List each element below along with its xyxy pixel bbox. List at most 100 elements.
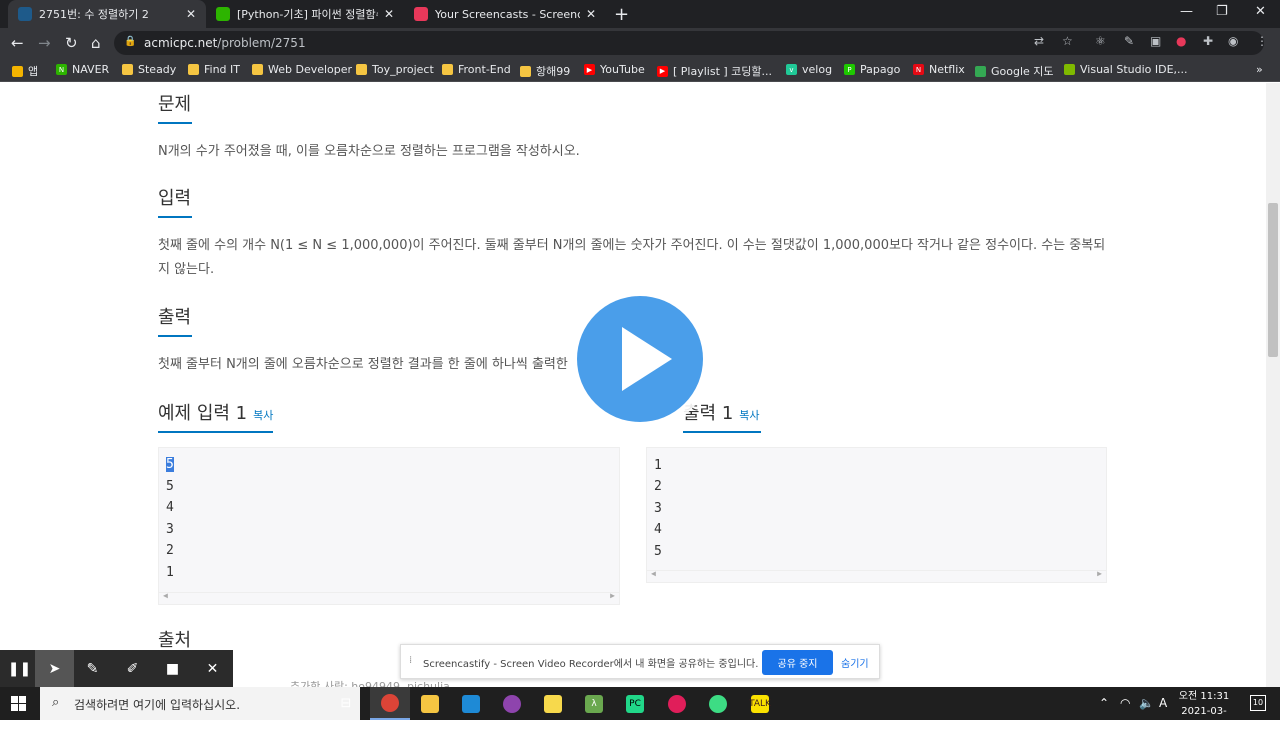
bookmark-toy-project[interactable]: Toy_project — [356, 63, 434, 76]
taskbar-clock[interactable]: 오전 11:31 2021-03-12 — [1176, 689, 1232, 734]
heading-text: 출력 — [158, 307, 192, 328]
tab-python-sort[interactable]: [Python-기초] 파이썬 정렬함수( ✕ — [206, 0, 404, 28]
scroll-right-icon[interactable]: ▶ — [610, 591, 615, 600]
chrome-taskbar-icon[interactable] — [370, 687, 410, 720]
bookmark-youtube[interactable]: ▶ YouTube — [584, 63, 645, 76]
volume-icon[interactable]: 🔈 — [1139, 696, 1154, 710]
network-icon[interactable]: ◠ — [1120, 696, 1130, 710]
horizontal-scrollbar[interactable]: ◀ ▶ — [647, 569, 1106, 582]
bookmark-label: Netflix — [929, 63, 965, 76]
copy-sample-input-button[interactable]: 복사 — [253, 409, 273, 422]
address-bar[interactable]: 🔒 acmicpc.net/problem/2751 — [114, 31, 1264, 55]
bookmark-label: [ Playlist ] 코딩할... — [673, 65, 773, 78]
forward-arrow-icon[interactable]: → — [38, 34, 51, 52]
sample-input-box[interactable]: 5 5 4 3 2 1 ◀ ▶ — [158, 447, 620, 605]
section-heading-input: 입력 — [158, 184, 192, 218]
show-hidden-icons-icon[interactable]: ⌃ — [1099, 696, 1109, 710]
tab-screencastify[interactable]: Your Screencasts - Screencastify ✕ — [404, 0, 606, 28]
pycharm-icon[interactable]: PC — [615, 687, 655, 720]
bookmark-naver[interactable]: N NAVER — [56, 63, 109, 76]
bookmark-velog[interactable]: v velog — [786, 63, 832, 76]
copy-sample-output-button[interactable]: 복사 — [739, 409, 759, 422]
react-devtools-icon[interactable]: ⚛ — [1095, 34, 1106, 48]
sticky-notes-icon[interactable] — [533, 687, 573, 720]
minimize-icon[interactable]: — — [1180, 4, 1193, 19]
chrome-menu-icon[interactable]: ⋮ — [1256, 34, 1268, 48]
scroll-left-icon[interactable]: ◀ — [163, 591, 168, 600]
notion-extension-icon[interactable]: ▣ — [1150, 34, 1161, 48]
close-tab-icon[interactable]: ✕ — [586, 7, 596, 21]
stop-sharing-button[interactable]: 공유 중지 — [762, 650, 833, 675]
folder-icon — [442, 64, 453, 75]
slack-icon[interactable] — [657, 687, 697, 720]
bookmark-visual-studio[interactable]: Visual Studio IDE,... — [1064, 63, 1188, 76]
highlighter-icon[interactable]: ✐ — [113, 650, 152, 687]
bookmark-hanghae99[interactable]: 항해99 — [520, 63, 570, 79]
tab-title: [Python-기초] 파이썬 정렬함수( — [237, 8, 378, 21]
tab-problem-2751[interactable]: 2751번: 수 정렬하기 2 ✕ — [8, 0, 206, 28]
sample-input-line: 4 — [166, 500, 174, 515]
pause-icon[interactable]: ❚❚ — [0, 650, 39, 687]
bookmark-playlist[interactable]: ▶ [ Playlist ] 코딩할... — [657, 63, 772, 79]
scroll-right-icon[interactable]: ▶ — [1097, 569, 1102, 578]
bookmark-label: velog — [802, 63, 833, 76]
profile-avatar-icon[interactable]: ◉ — [1228, 34, 1238, 48]
reload-icon[interactable]: ↻ — [65, 34, 78, 52]
heading-text: 출처 — [158, 630, 192, 651]
drag-handle-icon[interactable]: ⁞ — [409, 655, 412, 666]
bookmark-netflix[interactable]: N Netflix — [913, 63, 965, 76]
windows-start-icon[interactable] — [11, 696, 26, 711]
camera-icon[interactable]: ■ — [153, 650, 192, 687]
bookmarks-overflow-icon[interactable]: » — [1256, 63, 1263, 76]
heading-text: 입력 — [158, 188, 192, 209]
new-tab-icon[interactable]: + — [614, 4, 629, 25]
section-heading-source: 출처 — [158, 626, 191, 652]
sample-input-heading: 예제 입력 1 복사 — [158, 399, 273, 433]
ime-indicator-icon[interactable]: A — [1159, 696, 1167, 710]
scrollbar-thumb[interactable] — [1268, 203, 1278, 357]
extensions-puzzle-icon[interactable]: ✚ — [1203, 34, 1213, 48]
bookmark-label: YouTube — [600, 63, 645, 76]
file-explorer-icon[interactable] — [410, 687, 450, 720]
youtube-icon: ▶ — [657, 65, 668, 77]
bookmark-label: Google 지도 — [991, 65, 1054, 78]
horizontal-scrollbar[interactable]: ◀ ▶ — [159, 591, 619, 604]
pen-extension-icon[interactable]: ✎ — [1124, 34, 1134, 48]
heading-underline — [158, 431, 273, 433]
screencastify-extension-icon[interactable]: ● — [1176, 34, 1186, 48]
task-view-icon[interactable]: ⊟ — [326, 687, 366, 720]
taskbar-search-box[interactable]: ⌕ 검색하려면 여기에 입력하십시오. — [40, 687, 360, 720]
android-studio-icon[interactable] — [698, 687, 738, 720]
pen-icon[interactable]: ✎ — [73, 650, 112, 687]
bookmark-apps[interactable]: 앱 — [12, 63, 38, 79]
bookmark-web-developer[interactable]: Web Developer — [252, 63, 352, 76]
bookmark-papago[interactable]: P Papago — [844, 63, 900, 76]
sample-output-line: 1 — [654, 458, 662, 473]
scroll-left-icon[interactable]: ◀ — [651, 569, 656, 578]
close-tab-icon[interactable]: ✕ — [186, 7, 196, 21]
bookmark-find-it[interactable]: Find IT — [188, 63, 240, 76]
close-toolbar-icon[interactable]: ✕ — [193, 650, 232, 687]
sample-output-box[interactable]: 1 2 3 4 5 ◀ ▶ — [646, 447, 1107, 583]
hide-button[interactable]: 숨기기 — [841, 655, 869, 670]
restore-icon[interactable]: ❐ — [1216, 4, 1228, 19]
github-desktop-icon[interactable] — [492, 687, 532, 720]
kakaotalk-icon[interactable]: TALK — [740, 687, 780, 720]
notification-center-icon[interactable]: 10 — [1250, 695, 1266, 711]
cursor-icon[interactable]: ➤ — [35, 650, 74, 687]
home-icon[interactable]: ⌂ — [91, 34, 101, 52]
vscode-icon[interactable] — [451, 687, 491, 720]
bookmark-steady[interactable]: Steady — [122, 63, 176, 76]
bookmark-front-end[interactable]: Front-End — [442, 63, 511, 76]
sample-input-line: 3 — [166, 522, 174, 537]
lambda-app-icon[interactable]: λ — [574, 687, 614, 720]
page-scrollbar[interactable] — [1266, 83, 1280, 687]
bookmark-google-maps[interactable]: Google 지도 — [975, 63, 1054, 79]
translate-icon[interactable]: ⇄ — [1034, 34, 1044, 48]
bookmark-star-icon[interactable]: ☆ — [1062, 34, 1073, 48]
close-window-icon[interactable]: ✕ — [1255, 4, 1266, 19]
back-arrow-icon[interactable]: ← — [11, 34, 24, 52]
lock-icon[interactable]: 🔒 — [124, 36, 136, 47]
heading-text: 예제 입력 1 — [158, 403, 248, 424]
close-tab-icon[interactable]: ✕ — [384, 7, 394, 21]
